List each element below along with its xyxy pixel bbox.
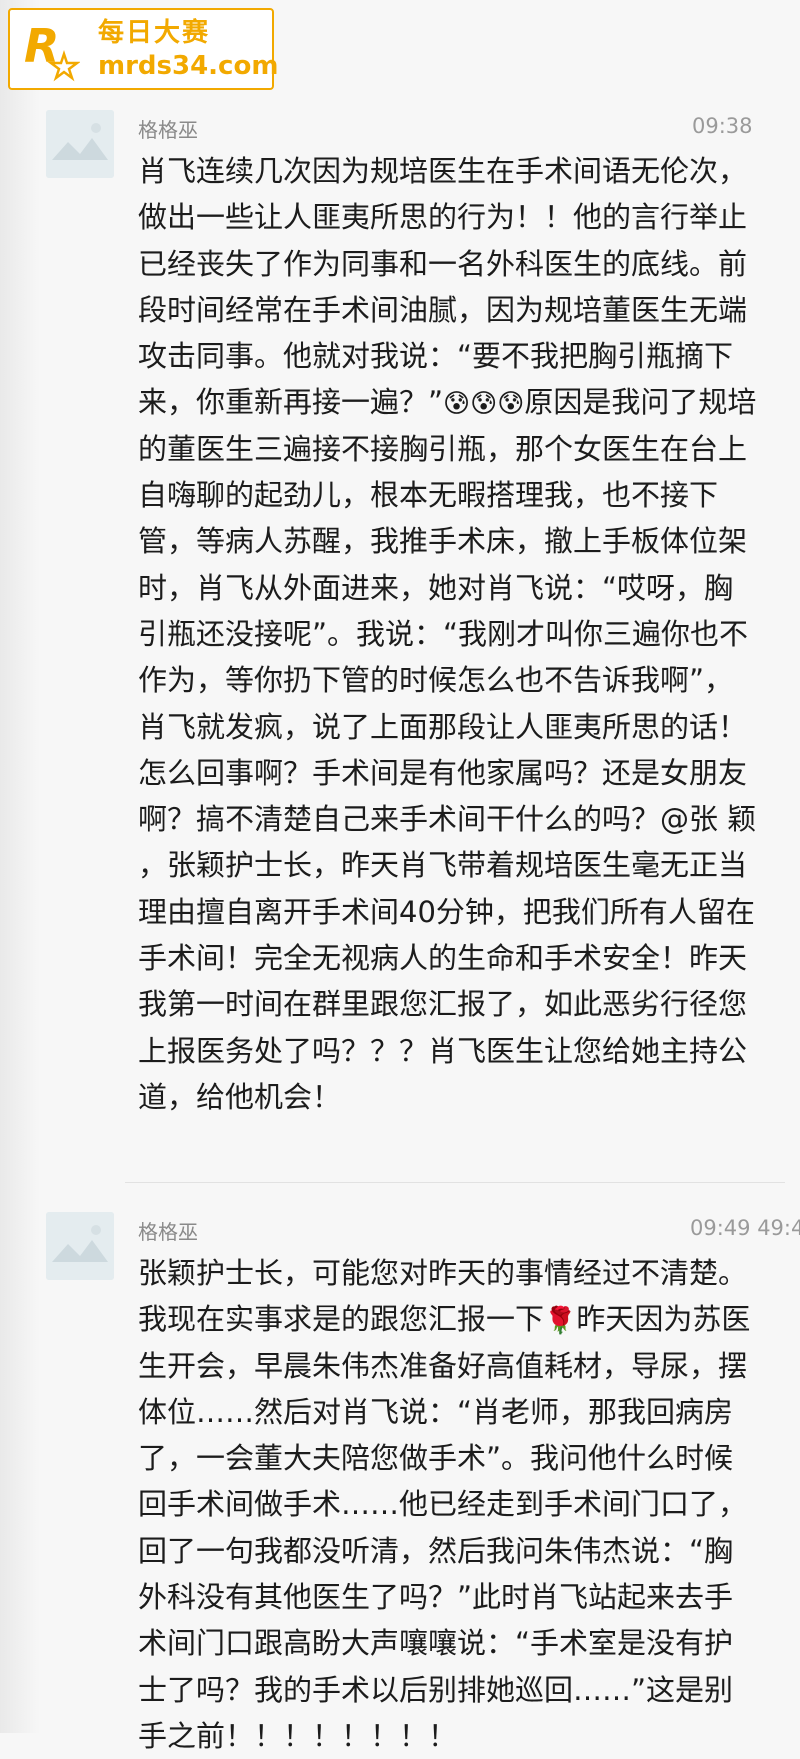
watermark-banner: R 每日大赛 mrds34.com bbox=[8, 8, 278, 90]
message-text: 张颖护士长，可能您对昨天的事情经过不清楚。我现在实事求是的跟您汇报一下🌹昨天因为… bbox=[138, 1250, 758, 1759]
watermark-logo-icon: R bbox=[24, 19, 80, 82]
image-placeholder-icon bbox=[46, 1212, 114, 1280]
left-edge-shadow bbox=[0, 0, 40, 1733]
message-time: 09:38 bbox=[692, 114, 753, 138]
sender-name: 格格巫 bbox=[138, 1220, 198, 1244]
message-time: 09:49 49:4 bbox=[690, 1216, 800, 1240]
avatar[interactable] bbox=[46, 110, 114, 178]
sender-name: 格格巫 bbox=[138, 118, 198, 142]
watermark-url: mrds34.com bbox=[98, 51, 279, 81]
message-text-part-2: 原因是我问了规培的董医生三遍接不接胸引瓶，那个女医生在台上自嗨聊的起劲儿，根本无… bbox=[138, 385, 766, 1114]
watermark-title: 每日大赛 bbox=[98, 18, 211, 48]
message-divider bbox=[125, 1182, 785, 1183]
message-text-part-1: 肖飞连续几次因为规培医生在手术间语无伦次，做出一些让人匪夷所思的行为！！他的言行… bbox=[138, 154, 748, 420]
anxious-face-emoji-icon: 😰😰😰 bbox=[443, 389, 525, 420]
message-text: 肖飞连续几次因为规培医生在手术间语无伦次，做出一些让人匪夷所思的行为！！他的言行… bbox=[138, 148, 758, 1120]
rose-emoji-icon: 🌹 bbox=[544, 1306, 577, 1337]
image-placeholder-icon bbox=[46, 110, 114, 178]
message-text-part-2: 昨天因为苏医生开会，早晨朱伟杰准备好高值耗材，导尿，摆体位……然后对肖飞说：“肖… bbox=[138, 1302, 751, 1753]
avatar[interactable] bbox=[46, 1212, 114, 1280]
